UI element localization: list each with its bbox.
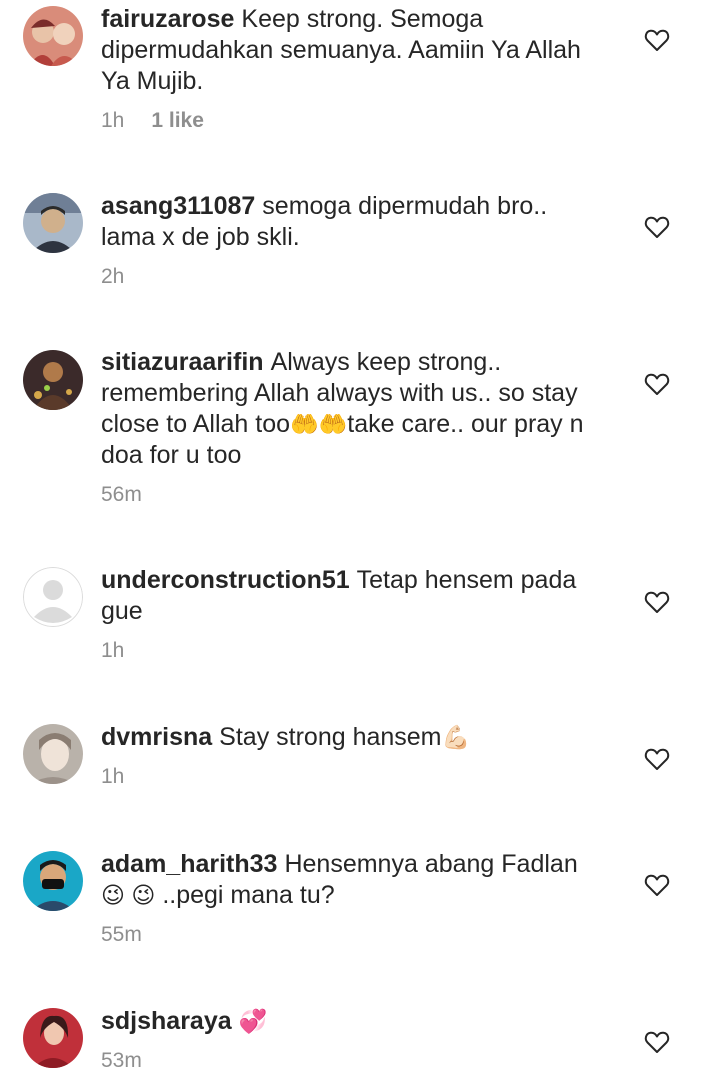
heart-outline-icon[interactable] (644, 372, 670, 396)
comment-emoji: 😉 😉 (101, 882, 156, 908)
avatar[interactable] (23, 724, 83, 784)
avatar-photo (23, 1008, 83, 1068)
comment-text: dvmrisna Stay strong hansem💪🏻 (101, 722, 601, 753)
comment-username[interactable]: underconstruction51 (101, 566, 350, 594)
comment-username[interactable]: asang311087 (101, 192, 255, 220)
comment-content: sitiazuraarifin Always keep strong.. reme… (101, 347, 601, 507)
heart-outline-icon[interactable] (644, 747, 670, 771)
heart-outline-icon[interactable] (644, 590, 670, 614)
avatar[interactable] (23, 6, 83, 66)
comment-time: 53m (101, 1049, 142, 1072)
comment-username[interactable]: dvmrisna (101, 723, 212, 751)
avatar-photo (23, 6, 83, 66)
comment-content: adam_harith33 Hensemnya abang Fadlan 😉 😉 … (101, 849, 601, 947)
comment-meta: 1h (101, 639, 601, 663)
comment-text: adam_harith33 Hensemnya abang Fadlan 😉 😉 … (101, 849, 601, 911)
comment-emoji: 💞 (238, 1008, 268, 1034)
comment-username[interactable]: fairuzarose (101, 5, 234, 33)
comment-content: fairuzarose Keep strong. Semoga dipermuda… (101, 4, 601, 133)
avatar[interactable] (23, 193, 83, 253)
avatar[interactable] (23, 1008, 83, 1068)
comment-time: 55m (101, 923, 142, 946)
comment-meta: 2h (101, 265, 601, 289)
comment-body: Hensemnya abang Fadlan (284, 850, 578, 878)
comment-content: underconstruction51 Tetap hensem pada gue… (101, 565, 601, 663)
comment-meta: 1h 1 like (101, 109, 601, 133)
comment-time: 56m (101, 483, 142, 506)
comment-text: sdjsharaya 💞 (101, 1006, 601, 1037)
heart-outline-icon[interactable] (644, 1030, 670, 1054)
comment-content: asang311087 semoga dipermudah bro.. lama … (101, 191, 601, 289)
comment-text: sitiazuraarifin Always keep strong.. reme… (101, 347, 601, 471)
avatar[interactable] (23, 567, 83, 627)
avatar[interactable] (23, 851, 83, 911)
comment-emoji: 🤲🤲 (290, 411, 348, 437)
comment-time: 1h (101, 639, 125, 662)
comment-meta: 55m (101, 923, 601, 947)
avatar-photo (23, 851, 83, 911)
comment-text: asang311087 semoga dipermudah bro.. lama … (101, 191, 601, 253)
avatar-photo (23, 193, 83, 253)
heart-outline-icon[interactable] (644, 873, 670, 897)
comment-content: dvmrisna Stay strong hansem💪🏻 1h (101, 722, 601, 789)
heart-outline-icon[interactable] (644, 28, 670, 52)
heart-outline-icon[interactable] (644, 215, 670, 239)
comment-meta: 1h (101, 765, 601, 789)
comment-text: fairuzarose Keep strong. Semoga dipermuda… (101, 4, 601, 97)
comment-text: underconstruction51 Tetap hensem pada gue (101, 565, 601, 627)
avatar[interactable] (23, 350, 83, 410)
comment-meta: 53m (101, 1049, 601, 1073)
comment-time: 2h (101, 265, 125, 288)
comment-time: 1h (101, 765, 125, 788)
comment-content: sdjsharaya 💞 53m (101, 1006, 601, 1073)
comment-like-count[interactable]: 1 like (151, 109, 204, 132)
comment-username[interactable]: sdjsharaya (101, 1007, 232, 1035)
avatar-photo (23, 350, 83, 410)
comment-meta: 56m (101, 483, 601, 507)
comment-time: 1h (101, 109, 125, 132)
user-silhouette-icon (23, 567, 83, 627)
comment-username[interactable]: adam_harith33 (101, 850, 277, 878)
comment-body-continued: ..pegi mana tu? (162, 881, 335, 909)
avatar-photo (23, 724, 83, 784)
comment-body: Stay strong hansem (219, 723, 442, 751)
comment-emoji: 💪🏻 (441, 724, 471, 750)
comment-username[interactable]: sitiazuraarifin (101, 348, 264, 376)
